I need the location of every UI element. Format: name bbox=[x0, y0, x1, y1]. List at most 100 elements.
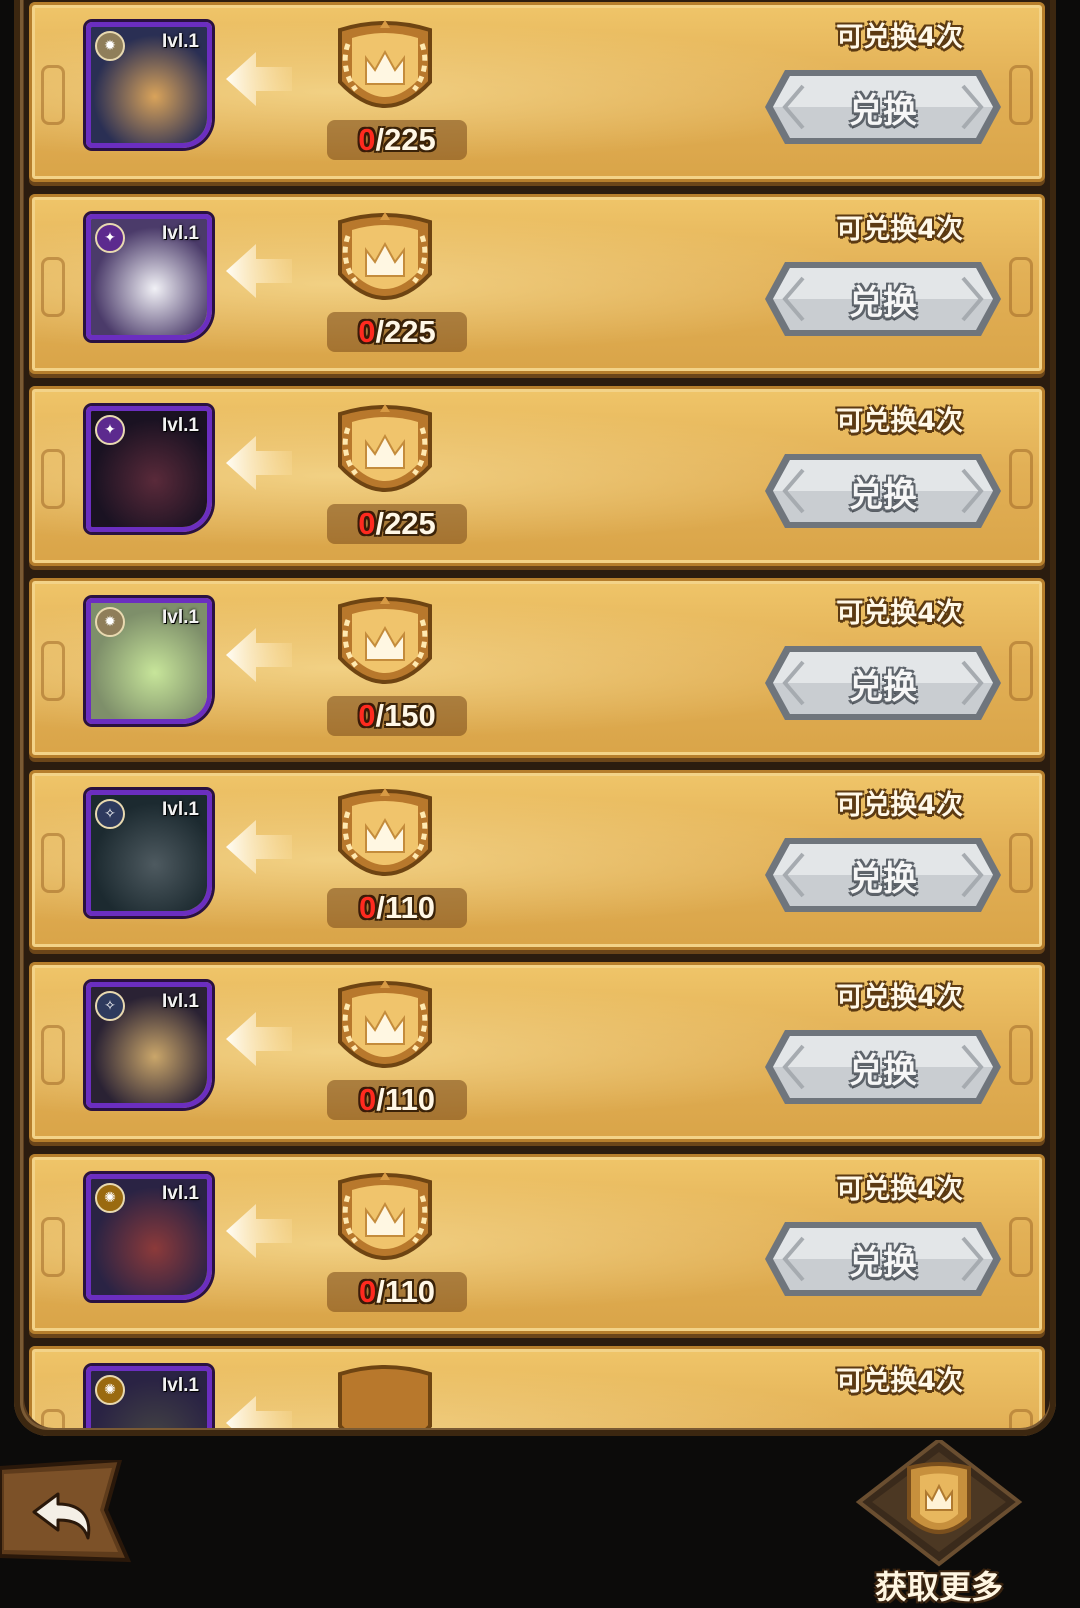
exchange-times-label: 可兑换4次 bbox=[836, 406, 963, 437]
progress-required: 110 bbox=[384, 890, 435, 925]
crest-diamond-icon bbox=[855, 1440, 1023, 1567]
exchange-progress: 0/225 bbox=[327, 504, 467, 544]
progress-required: 225 bbox=[384, 506, 436, 541]
hero-level: Ivl.1 bbox=[162, 607, 199, 628]
exchange-button-label: 兑换 bbox=[849, 90, 917, 131]
hero-portrait[interactable]: ✺ Ivl.1 bbox=[86, 1174, 212, 1300]
exchange-button[interactable]: 兑换 bbox=[763, 1028, 1003, 1106]
hero-level: Ivl.1 bbox=[162, 1183, 199, 1204]
exchange-button-label: 兑换 bbox=[849, 858, 917, 899]
progress-current: 0 bbox=[358, 314, 376, 349]
progress-separator: / bbox=[376, 890, 385, 925]
hero-level: Ivl.1 bbox=[162, 415, 199, 436]
hero-portrait[interactable]: ✦ Ivl.1 bbox=[86, 214, 212, 340]
exchange-times-label: 可兑换4次 bbox=[836, 214, 963, 245]
progress-required: 225 bbox=[384, 314, 436, 349]
progress-separator: / bbox=[375, 506, 385, 541]
exchange-button[interactable]: 兑换 bbox=[763, 260, 1003, 338]
progress-current: 0 bbox=[359, 890, 377, 925]
hero-portrait[interactable]: ✺ Ivl.1 bbox=[86, 1366, 212, 1428]
back-arrow-icon bbox=[0, 1457, 132, 1563]
exchange-progress: 0/110 bbox=[327, 1080, 467, 1120]
exchange-list[interactable]: ✹ Ivl.1 0/225 兑换 可兑换4次 ✦ Ivl.1 0/225 兑换 … bbox=[24, 0, 1050, 1428]
hero-level: Ivl.1 bbox=[162, 799, 199, 820]
progress-current: 0 bbox=[359, 1082, 377, 1117]
exchange-times-label: 可兑换4次 bbox=[836, 790, 963, 821]
faction-icon: ✹ bbox=[95, 607, 125, 637]
exchange-row: ✦ Ivl.1 0/225 兑换 可兑换4次 bbox=[29, 194, 1045, 374]
exchange-progress: 0/150 bbox=[327, 696, 467, 736]
exchange-times-label: 可兑换4次 bbox=[836, 598, 963, 629]
hero-portrait[interactable]: ✹ Ivl.1 bbox=[86, 598, 212, 724]
arrow-left-icon bbox=[226, 1204, 292, 1258]
get-more-label: 获取更多 bbox=[874, 1568, 1003, 1606]
progress-required: 225 bbox=[384, 122, 436, 157]
faction-icon: ✹ bbox=[95, 31, 125, 61]
exchange-button[interactable]: 兑换 bbox=[763, 68, 1003, 146]
exchange-button[interactable]: 兑换 bbox=[763, 452, 1003, 530]
exchange-button[interactable]: 兑换 bbox=[763, 1220, 1003, 1298]
progress-current: 0 bbox=[358, 698, 376, 733]
faction-icon: ✧ bbox=[95, 799, 125, 829]
exchange-row: ✺ Ivl.1 0/110 兑换 可兑换4次 bbox=[29, 1154, 1045, 1334]
hero-portrait[interactable]: ✧ Ivl.1 bbox=[86, 790, 212, 916]
progress-required: 150 bbox=[384, 698, 436, 733]
arrow-left-icon bbox=[226, 628, 292, 682]
crown-crest-icon bbox=[338, 980, 432, 1068]
progress-separator: / bbox=[375, 122, 385, 157]
faction-icon: ✺ bbox=[95, 1375, 125, 1405]
exchange-row: ✹ Ivl.1 0/225 兑换 可兑换4次 bbox=[29, 2, 1045, 182]
exchange-row: ✹ Ivl.1 0/150 兑换 可兑换4次 bbox=[29, 578, 1045, 758]
arrow-left-icon bbox=[226, 244, 292, 298]
hero-portrait[interactable]: ✹ Ivl.1 bbox=[86, 22, 212, 148]
hero-level: Ivl.1 bbox=[162, 31, 199, 52]
arrow-left-icon bbox=[226, 52, 292, 106]
crown-crest-icon bbox=[338, 596, 432, 684]
arrow-left-icon bbox=[226, 1012, 292, 1066]
hero-level: Ivl.1 bbox=[162, 991, 199, 1012]
exchange-button-label: 兑换 bbox=[849, 474, 917, 515]
arrow-left-icon bbox=[226, 820, 292, 874]
exchange-row: ✺ Ivl.1 可兑换4次 bbox=[29, 1346, 1045, 1428]
exchange-row: ✦ Ivl.1 0/225 兑换 可兑换4次 bbox=[29, 386, 1045, 566]
crown-crest-icon bbox=[338, 1365, 432, 1428]
progress-current: 0 bbox=[358, 122, 376, 157]
exchange-button[interactable]: 兑换 bbox=[763, 836, 1003, 914]
exchange-progress: 0/110 bbox=[327, 888, 467, 928]
exchange-row: ✧ Ivl.1 0/110 兑换 可兑换4次 bbox=[29, 962, 1045, 1142]
progress-separator: / bbox=[375, 314, 385, 349]
back-button[interactable] bbox=[0, 1457, 135, 1565]
exchange-times-label: 可兑换4次 bbox=[836, 22, 963, 53]
exchange-times-label: 可兑换4次 bbox=[836, 1174, 963, 1205]
exchange-button-label: 兑换 bbox=[849, 1242, 917, 1283]
progress-current: 0 bbox=[359, 1274, 377, 1309]
crown-crest-icon bbox=[338, 1172, 432, 1260]
exchange-button[interactable]: 兑换 bbox=[763, 644, 1003, 722]
exchange-times-label: 可兑换4次 bbox=[836, 1366, 963, 1397]
progress-required: 110 bbox=[384, 1274, 435, 1309]
exchange-button-label: 兑换 bbox=[849, 282, 917, 323]
hero-level: Ivl.1 bbox=[162, 223, 199, 244]
exchange-row: ✧ Ivl.1 0/110 兑换 可兑换4次 bbox=[29, 770, 1045, 950]
crown-crest-icon bbox=[338, 20, 432, 108]
get-more-button[interactable]: 获取更多 bbox=[854, 1440, 1024, 1606]
exchange-times-label: 可兑换4次 bbox=[836, 982, 963, 1013]
crown-crest-icon bbox=[338, 404, 432, 492]
faction-icon: ✦ bbox=[95, 223, 125, 253]
hero-portrait[interactable]: ✦ Ivl.1 bbox=[86, 406, 212, 532]
exchange-progress: 0/225 bbox=[327, 120, 467, 160]
progress-separator: / bbox=[375, 698, 385, 733]
crown-crest-icon bbox=[338, 212, 432, 300]
faction-icon: ✦ bbox=[95, 415, 125, 445]
faction-icon: ✺ bbox=[95, 1183, 125, 1213]
faction-icon: ✧ bbox=[95, 991, 125, 1021]
exchange-button-label: 兑换 bbox=[849, 666, 917, 707]
arrow-left-icon bbox=[226, 436, 292, 490]
hero-level: Ivl.1 bbox=[162, 1375, 199, 1396]
hero-portrait[interactable]: ✧ Ivl.1 bbox=[86, 982, 212, 1108]
progress-current: 0 bbox=[358, 506, 376, 541]
progress-separator: / bbox=[376, 1082, 385, 1117]
progress-required: 110 bbox=[384, 1082, 435, 1117]
crown-crest-icon bbox=[338, 788, 432, 876]
exchange-progress: 0/110 bbox=[327, 1272, 467, 1312]
